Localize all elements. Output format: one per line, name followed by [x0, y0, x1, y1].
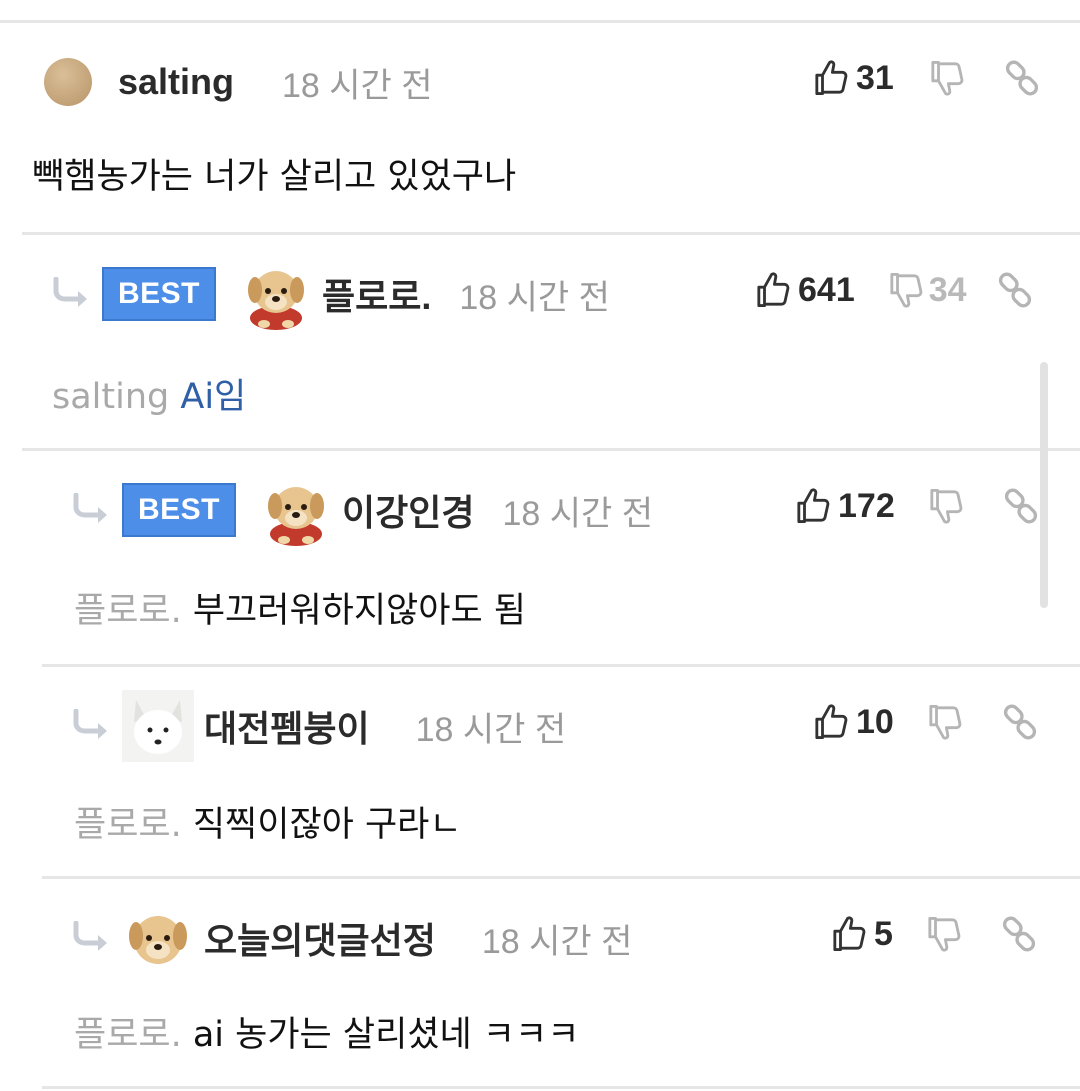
thumbs-down-icon[interactable] [927, 915, 961, 953]
comment-text: 플로로. 직찍이잖아 구라ㄴ [74, 796, 462, 847]
nickname[interactable]: 대전펨붕이 [204, 700, 370, 752]
avatar[interactable] [240, 258, 312, 330]
thumbs-up-icon[interactable] [814, 703, 848, 741]
timestamp: 18 시간 전 [415, 710, 567, 749]
avatar[interactable] [260, 474, 332, 546]
comment-header: BEST 플로로. 18 시간 전 [52, 256, 610, 332]
like-count: 10 [856, 702, 894, 741]
thumbs-down-icon[interactable] [889, 271, 923, 309]
nickname[interactable]: salting [118, 61, 234, 103]
comment-actions: 31 [814, 58, 1040, 98]
mention[interactable]: salting [52, 377, 180, 417]
comment-actions: 5 [832, 914, 1037, 954]
best-badge: BEST [122, 483, 237, 537]
thumbs-down-icon[interactable] [928, 703, 962, 741]
reply-arrow-icon [72, 709, 112, 743]
nickname[interactable]: 오늘의댓글선정 [204, 912, 436, 964]
link-icon[interactable] [997, 272, 1033, 308]
mention[interactable]: 플로로. [74, 591, 193, 631]
comment-actions: 10 [814, 702, 1038, 742]
comment-actions: 172 [796, 486, 1039, 526]
thumbs-down-icon[interactable] [930, 59, 964, 97]
dislike-count: 34 [928, 270, 967, 309]
comment-header: BEST 이강인경 18 시간 전 [72, 472, 653, 548]
nickname[interactable]: 이강인경 [342, 484, 474, 536]
timestamp: 18 시간 전 [459, 278, 610, 317]
thumbs-up-icon[interactable] [756, 271, 790, 309]
comment-body: 직찍이잖아 구라ㄴ [192, 805, 462, 845]
thumbs-up-icon[interactable] [814, 59, 848, 97]
thumbs-down-icon[interactable] [929, 487, 963, 525]
like-count: 172 [838, 486, 895, 525]
comment-body: ai 농가는 살리셨네 ㅋㅋㅋ [192, 1015, 580, 1055]
divider [42, 876, 1080, 879]
divider [0, 20, 1080, 23]
comment-header: salting 18 시간 전 [44, 52, 433, 112]
timestamp: 18 시간 전 [481, 922, 633, 961]
thumbs-up-icon[interactable] [796, 487, 830, 525]
reply-arrow-icon [72, 493, 112, 527]
comment-text: 플로로. 부끄러워하지않아도 됨 [74, 582, 526, 633]
like-count: 641 [798, 270, 855, 309]
comment-text: salting Ai임 [52, 368, 246, 419]
comment-text: 빽햄농가는 너가 살리고 있었구나 [32, 148, 516, 199]
comment-header: 오늘의댓글선정 18 시간 전 [72, 900, 632, 976]
divider [22, 232, 1080, 235]
comment-text: 플로로. ai 농가는 살리셨네 ㅋㅋㅋ [74, 1006, 579, 1057]
mention[interactable]: 플로로. [74, 1015, 193, 1055]
like-count: 31 [856, 58, 894, 97]
link-icon[interactable] [1002, 704, 1038, 740]
comment-body: Ai임 [180, 377, 247, 417]
nickname[interactable]: 플로로. [322, 268, 431, 320]
divider [42, 1086, 1080, 1089]
link-icon[interactable] [1003, 488, 1039, 524]
link-icon[interactable] [1001, 916, 1037, 952]
divider [42, 664, 1080, 667]
thumbs-up-icon[interactable] [832, 915, 866, 953]
avatar[interactable] [44, 58, 92, 106]
avatar[interactable] [122, 902, 194, 974]
timestamp: 18 시간 전 [282, 66, 433, 105]
reply-arrow-icon [52, 277, 92, 311]
comment-actions: 641 34 [756, 270, 1033, 310]
divider [22, 448, 1080, 451]
link-icon[interactable] [1004, 60, 1040, 96]
timestamp: 18 시간 전 [502, 494, 654, 533]
comment-body: 빽햄농가는 너가 살리고 있었구나 [32, 157, 517, 197]
mention[interactable]: 플로로. [74, 805, 193, 845]
comment-body: 부끄러워하지않아도 됨 [192, 591, 526, 631]
best-badge: BEST [102, 267, 217, 321]
like-count: 5 [874, 914, 893, 953]
comment-header: 대전펨붕이 18 시간 전 [72, 688, 566, 764]
reply-arrow-icon [72, 921, 112, 955]
scrollbar[interactable] [1040, 362, 1048, 608]
avatar[interactable] [122, 690, 194, 762]
